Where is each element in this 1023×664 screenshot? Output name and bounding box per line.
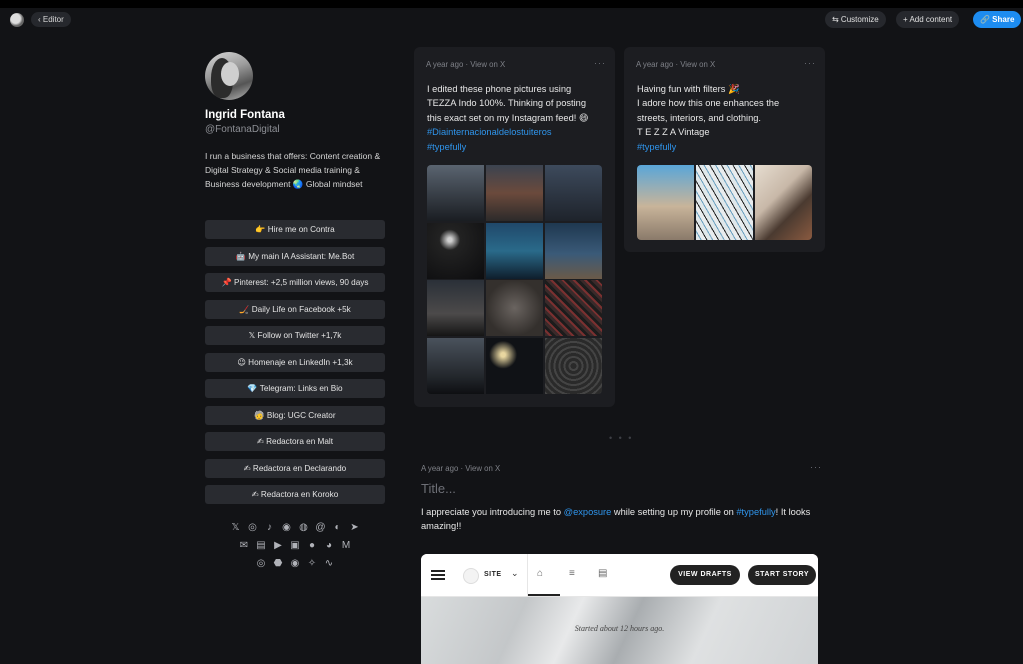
rss-icon[interactable]: ∿: [324, 558, 335, 569]
photo[interactable]: [544, 280, 602, 337]
editor-back-button[interactable]: ‹ Editor: [31, 12, 71, 27]
mastodon-icon[interactable]: ◉: [281, 522, 292, 533]
linkedin-icon[interactable]: ▣: [290, 540, 301, 551]
discord-icon[interactable]: ◐: [332, 522, 343, 533]
social-icons: 𝕏 ◎ ♪ ◉ ◍ @ ◐ ➤ ✉ ▤ ▶ ▣ ● ◕ M ◎ ⬣ ◉ ✧ ∿: [224, 522, 366, 576]
photo[interactable]: [754, 165, 812, 240]
post-card-1[interactable]: A year ago · View on X ··· I edited thes…: [414, 47, 615, 407]
mention-link[interactable]: @exposure: [564, 507, 612, 517]
link-twitter[interactable]: 𝕏 Follow on Twitter +1,7k: [205, 326, 385, 345]
menu-icon: [431, 570, 445, 580]
top-bar: ‹ Editor ⇆ Customize + Add content 🔗 Sha…: [0, 8, 1023, 32]
document-icon: ▤: [598, 568, 608, 579]
site-avatar: [463, 568, 479, 584]
photo[interactable]: [544, 165, 602, 222]
github-icon[interactable]: ◕: [324, 540, 335, 551]
photo[interactable]: [485, 165, 544, 222]
profile-handle: @FontanaDigital: [205, 124, 280, 135]
feed-separator: • • •: [609, 433, 634, 443]
link-koroko[interactable]: ✍ Redactora en Koroko: [205, 485, 385, 504]
link-contra[interactable]: 👉 Hire me on Contra: [205, 220, 385, 239]
patreon-icon[interactable]: ◉: [290, 558, 301, 569]
embed-started-text: Started about 12 hours ago.: [574, 624, 665, 633]
post-title-input[interactable]: Title...: [421, 481, 456, 496]
link-list: 👉 Hire me on Contra 🤖 My main IA Assista…: [205, 220, 385, 512]
embed-toolbar: SITE ⌄ ⌂ ≡ ▤ VIEW DRAFTS START STORY: [421, 554, 818, 597]
embedded-screenshot[interactable]: SITE ⌄ ⌂ ≡ ▤ VIEW DRAFTS START STORY Sta…: [421, 554, 818, 664]
link-linkedin[interactable]: 😉 Homenaje en LinkedIn +1,3k: [205, 352, 385, 372]
youtube-icon[interactable]: ▶: [273, 540, 284, 551]
post-meta[interactable]: A year ago · View on X: [636, 60, 715, 69]
home-icon: ⌂: [537, 568, 544, 579]
list-icon: ≡: [569, 568, 575, 579]
hashtag-link[interactable]: #typefully: [427, 140, 612, 154]
photo[interactable]: [544, 222, 602, 279]
link-telegram[interactable]: 💎 Telegram: Links en Bio: [205, 379, 385, 398]
photo[interactable]: [427, 165, 485, 222]
hashtag-link[interactable]: #typefully: [736, 507, 775, 517]
profile-name: Ingrid Fontana: [205, 109, 285, 121]
profile-bio: I run a business that offers: Content cr…: [205, 151, 381, 189]
photo[interactable]: [427, 280, 485, 337]
add-content-button[interactable]: + Add content: [896, 11, 960, 28]
more-options-icon[interactable]: ···: [810, 462, 822, 472]
image-grid[interactable]: [427, 165, 602, 394]
photo[interactable]: [427, 222, 485, 279]
chevron-down-icon: ⌄: [511, 568, 519, 578]
medium-icon[interactable]: M: [341, 540, 352, 551]
photo[interactable]: [485, 222, 544, 279]
post-meta[interactable]: A year ago · View on X: [426, 60, 505, 69]
bookmark-icon[interactable]: ▤: [256, 540, 267, 551]
photo[interactable]: [695, 165, 754, 240]
hashtag-link[interactable]: #typefully: [637, 140, 822, 154]
link-blog[interactable]: 🧓 Blog: UGC Creator: [205, 405, 385, 425]
post-card-2[interactable]: A year ago · View on X ··· Having fun wi…: [624, 47, 825, 252]
window-top-strip: [0, 0, 1023, 8]
link-malt[interactable]: ✍ Redactora en Malt: [205, 432, 385, 451]
app-logo-icon[interactable]: [10, 13, 24, 27]
threads-icon[interactable]: @: [315, 522, 326, 533]
photo[interactable]: [637, 165, 695, 240]
x-icon[interactable]: 𝕏: [230, 522, 241, 533]
view-drafts-button: VIEW DRAFTS: [670, 565, 740, 585]
bluesky-icon[interactable]: ◍: [298, 522, 309, 533]
dribbble-icon[interactable]: ◎: [256, 558, 267, 569]
instagram-icon[interactable]: ◎: [247, 522, 258, 533]
coffee-icon[interactable]: ⬣: [273, 558, 284, 569]
link-pinterest[interactable]: 📌 Pinterest: +2,5 million views, 90 days: [205, 273, 385, 292]
image-grid[interactable]: [637, 165, 812, 240]
avatar: [205, 52, 253, 100]
email-icon[interactable]: ✉: [239, 540, 250, 551]
photo[interactable]: [427, 337, 485, 394]
photo[interactable]: [485, 337, 544, 394]
post-text: I appreciate you introducing me to @expo…: [421, 507, 811, 532]
more-options-icon[interactable]: ···: [594, 58, 606, 68]
start-story-button: START STORY: [748, 565, 816, 585]
facebook-icon[interactable]: ●: [307, 540, 318, 551]
more-options-icon[interactable]: ···: [804, 58, 816, 68]
customize-button[interactable]: ⇆ Customize: [825, 11, 886, 28]
link-mebot[interactable]: 🤖 My main IA Assistant: Me.Bot: [205, 246, 385, 266]
tiktok-icon[interactable]: ♪: [264, 522, 275, 533]
telegram-icon[interactable]: ➤: [349, 522, 360, 533]
link-declarando[interactable]: ✍ Redactora en Declarando: [205, 458, 385, 478]
photo[interactable]: [485, 280, 544, 337]
butterfly-icon[interactable]: ✧: [307, 558, 318, 569]
share-button[interactable]: 🔗 Share: [973, 11, 1022, 28]
link-facebook[interactable]: 🏒 Daily Life on Facebook +5k: [205, 299, 385, 319]
post-text: Having fun with filters 🎉 I adore how th…: [637, 82, 822, 154]
hashtag-link[interactable]: #Diainternacionaldelostuiteros: [427, 125, 612, 139]
post-text: I edited these phone pictures using TEZZ…: [427, 82, 612, 154]
photo[interactable]: [544, 337, 602, 394]
post-meta[interactable]: A year ago · View on X: [421, 464, 500, 473]
site-label: SITE: [484, 571, 502, 578]
